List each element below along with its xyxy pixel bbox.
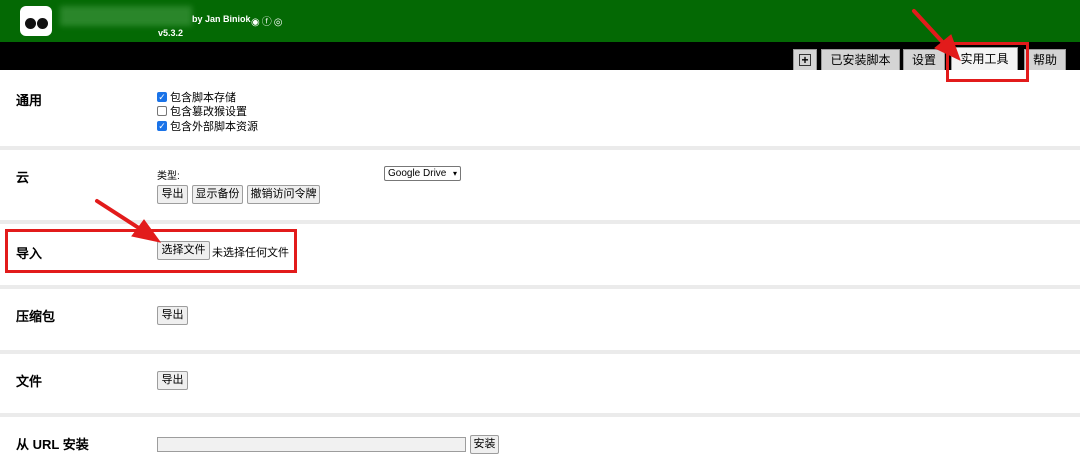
arrow-head-icon <box>131 219 162 243</box>
annotation-arrows <box>95 9 961 243</box>
